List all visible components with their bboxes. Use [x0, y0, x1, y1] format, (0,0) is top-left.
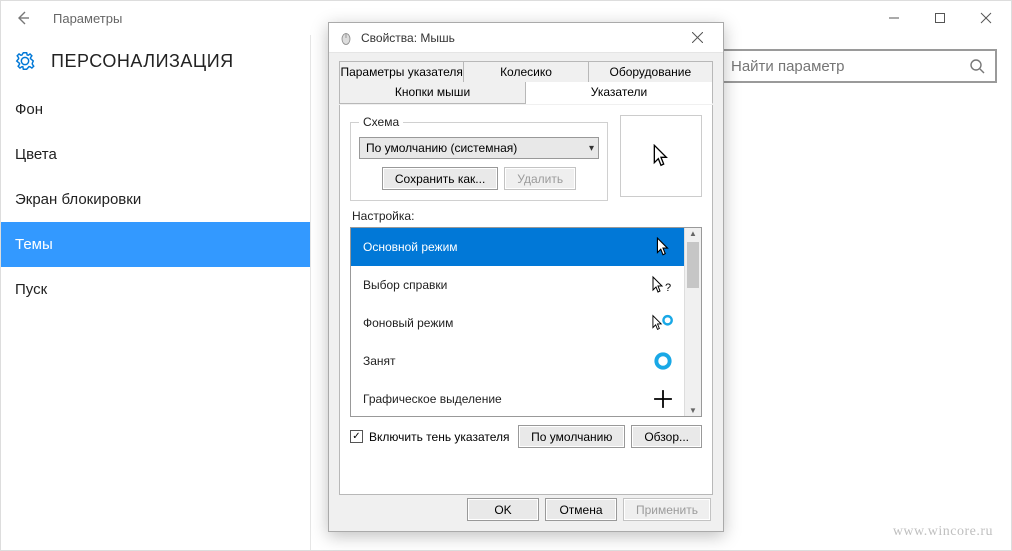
tab-panel-pointers: Схема По умолчанию (системная) ▾ Сохрани…	[339, 105, 713, 495]
customize-label: Настройка:	[352, 209, 702, 223]
watermark: www.wincore.ru	[893, 524, 993, 540]
cursor-arrow-icon	[652, 236, 674, 258]
cursor-busy-icon	[652, 350, 674, 372]
scroll-up-icon[interactable]: ▲	[685, 229, 701, 238]
tab-buttons[interactable]: Кнопки мыши	[339, 82, 526, 104]
cursor-preview	[620, 115, 702, 197]
list-item[interactable]: Выбор справки ?	[351, 266, 684, 304]
scrollbar[interactable]: ▲ ▼	[684, 228, 701, 416]
chevron-down-icon: ▾	[589, 143, 594, 154]
search-box[interactable]	[719, 49, 997, 83]
list-item[interactable]: Занят	[351, 342, 684, 380]
checkbox-label: Включить тень указателя	[369, 430, 510, 444]
list-item-label: Занят	[363, 354, 396, 368]
delete-button: Удалить	[504, 167, 576, 190]
list-item-label: Фоновый режим	[363, 316, 453, 330]
sidebar-item-themes[interactable]: Темы	[1, 222, 310, 267]
minimize-button[interactable]	[871, 1, 917, 35]
sidebar-item-colors[interactable]: Цвета	[1, 132, 310, 177]
dialog-title: Свойства: Мышь	[361, 31, 455, 45]
tab-hardware[interactable]: Оборудование	[589, 61, 713, 83]
list-item[interactable]: Фоновый режим	[351, 304, 684, 342]
cursor-help-icon: ?	[652, 274, 674, 296]
mouse-properties-dialog: Свойства: Мышь Параметры указателя Колес…	[328, 22, 724, 532]
list-item-label: Графическое выделение	[363, 392, 502, 406]
sidebar-item-background[interactable]: Фон	[1, 87, 310, 132]
tab-wheel[interactable]: Колесико	[464, 61, 588, 83]
cursor-working-icon	[652, 312, 674, 334]
browse-button[interactable]: Обзор...	[631, 425, 702, 448]
list-item-label: Основной режим	[363, 240, 458, 254]
sidebar-item-lockscreen[interactable]: Экран блокировки	[1, 177, 310, 222]
scheme-group: Схема По умолчанию (системная) ▾ Сохрани…	[350, 115, 608, 201]
list-item[interactable]: Графическое выделение	[351, 380, 684, 416]
maximize-button[interactable]	[917, 1, 963, 35]
back-button[interactable]	[7, 2, 39, 34]
close-button[interactable]	[963, 1, 1009, 35]
scroll-down-icon[interactable]: ▼	[685, 406, 701, 415]
list-item-label: Выбор справки	[363, 278, 447, 292]
scheme-legend: Схема	[359, 115, 403, 129]
search-icon	[969, 58, 985, 74]
svg-text:?: ?	[665, 282, 671, 294]
scroll-thumb[interactable]	[687, 242, 699, 288]
dialog-titlebar[interactable]: Свойства: Мышь	[329, 23, 723, 53]
search-input[interactable]	[729, 57, 969, 76]
mouse-icon	[339, 31, 353, 45]
ok-button[interactable]: OK	[467, 498, 539, 521]
list-item[interactable]: Основной режим	[351, 228, 684, 266]
apply-button: Применить	[623, 498, 711, 521]
use-default-button[interactable]: По умолчанию	[518, 425, 625, 448]
cancel-button[interactable]: Отмена	[545, 498, 617, 521]
window-title: Параметры	[53, 11, 122, 26]
sidebar: ПЕРСОНАЛИЗАЦИЯ Фон Цвета Экран блокировк…	[1, 35, 311, 550]
cursor-list[interactable]: Основной режим Выбор справки ? Фоновый р…	[350, 227, 702, 417]
gear-icon	[13, 49, 37, 73]
cursor-cross-icon	[652, 388, 674, 410]
tab-strip: Параметры указателя Колесико Оборудовани…	[339, 61, 713, 105]
save-as-button[interactable]: Сохранить как...	[382, 167, 498, 190]
section-title: ПЕРСОНАЛИЗАЦИЯ	[51, 51, 234, 72]
sidebar-item-start[interactable]: Пуск	[1, 267, 310, 312]
tab-pointer-options[interactable]: Параметры указателя	[339, 61, 464, 83]
check-icon: ✓	[350, 430, 363, 443]
scheme-selected: По умолчанию (системная)	[366, 141, 517, 155]
tab-pointers[interactable]: Указатели	[526, 82, 713, 104]
scheme-dropdown[interactable]: По умолчанию (системная) ▾	[359, 137, 599, 159]
dialog-close-button[interactable]	[677, 24, 717, 52]
pointer-shadow-checkbox[interactable]: ✓ Включить тень указателя	[350, 430, 510, 444]
